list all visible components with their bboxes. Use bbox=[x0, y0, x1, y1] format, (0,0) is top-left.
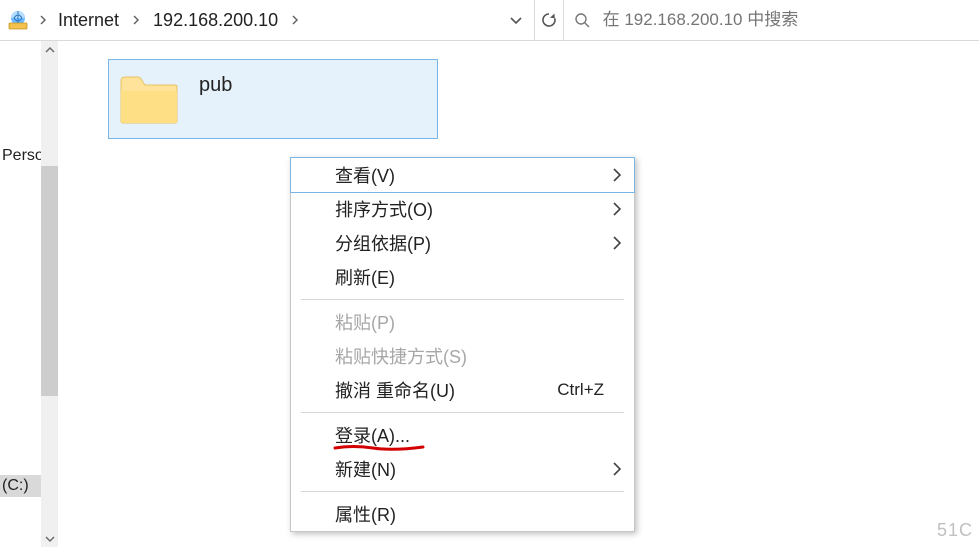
nav-scrollbar[interactable] bbox=[41, 41, 58, 547]
menu-item-paste-shortcut: 粘贴快捷方式(S) bbox=[291, 339, 634, 373]
scroll-down-button[interactable] bbox=[41, 530, 58, 547]
chevron-right-icon[interactable] bbox=[36, 15, 50, 25]
menu-label: 登录(A)... bbox=[335, 422, 604, 448]
menu-item-paste: 粘贴(P) bbox=[291, 305, 634, 339]
address-dropdown-icon[interactable] bbox=[506, 10, 526, 30]
menu-label: 属性(R) bbox=[335, 501, 604, 527]
context-menu: 查看(V) 排序方式(O) 分组依据(P) 刷新(E) 粘贴(P) 粘贴快捷方式… bbox=[290, 157, 635, 532]
menu-label: 粘贴快捷方式(S) bbox=[335, 343, 604, 369]
menu-label: 新建(N) bbox=[335, 456, 604, 482]
menu-label: 查看(V) bbox=[335, 162, 604, 188]
nav-tree[interactable]: Person (C:) bbox=[0, 41, 41, 547]
search-box[interactable] bbox=[564, 0, 979, 40]
menu-separator bbox=[301, 412, 624, 413]
content-pane[interactable]: pub 查看(V) 排序方式(O) 分组依据(P) 刷新(E) 粘贴(P) bbox=[58, 41, 979, 547]
address-toolbar: Internet 192.168.200.10 bbox=[0, 0, 979, 41]
breadcrumb-item-host[interactable]: 192.168.200.10 bbox=[145, 6, 286, 35]
menu-shortcut: Ctrl+Z bbox=[557, 380, 604, 400]
menu-item-properties[interactable]: 属性(R) bbox=[291, 497, 634, 531]
search-input[interactable] bbox=[601, 9, 969, 31]
refresh-button[interactable] bbox=[535, 0, 564, 40]
folder-label: pub bbox=[199, 74, 232, 97]
watermark: 51C bbox=[937, 520, 973, 541]
menu-label: 粘贴(P) bbox=[335, 309, 604, 335]
menu-label: 排序方式(O) bbox=[335, 196, 604, 222]
menu-label: 撤消 重命名(U) bbox=[335, 377, 557, 403]
menu-item-undo-rename[interactable]: 撤消 重命名(U) Ctrl+Z bbox=[291, 373, 634, 407]
nav-item-personal[interactable]: Person bbox=[0, 147, 41, 165]
menu-item-new[interactable]: 新建(N) bbox=[291, 452, 634, 486]
menu-item-group[interactable]: 分组依据(P) bbox=[291, 226, 634, 260]
nav-item-drive-c[interactable]: (C:) bbox=[0, 475, 41, 497]
menu-separator bbox=[301, 491, 624, 492]
folder-item-pub[interactable]: pub bbox=[108, 59, 438, 139]
menu-label: 刷新(E) bbox=[335, 264, 604, 290]
network-location-icon bbox=[6, 8, 30, 32]
chevron-right-icon[interactable] bbox=[129, 15, 143, 25]
folder-icon bbox=[117, 71, 181, 127]
menu-separator bbox=[301, 299, 624, 300]
submenu-arrow-icon bbox=[612, 236, 622, 250]
scroll-up-button[interactable] bbox=[41, 41, 58, 58]
menu-label: 分组依据(P) bbox=[335, 230, 604, 256]
submenu-arrow-icon bbox=[612, 202, 622, 216]
address-bar[interactable]: Internet 192.168.200.10 bbox=[0, 0, 535, 40]
menu-item-login[interactable]: 登录(A)... bbox=[291, 418, 634, 452]
scrollbar-thumb[interactable] bbox=[41, 166, 58, 396]
menu-item-sort[interactable]: 排序方式(O) bbox=[291, 192, 634, 226]
breadcrumb-item-internet[interactable]: Internet bbox=[50, 6, 127, 35]
menu-item-refresh[interactable]: 刷新(E) bbox=[291, 260, 634, 294]
search-icon bbox=[574, 11, 591, 29]
navigation-pane: Person (C:) bbox=[0, 41, 58, 547]
breadcrumb: Internet 192.168.200.10 bbox=[50, 6, 302, 35]
chevron-right-icon[interactable] bbox=[288, 15, 302, 25]
menu-item-view[interactable]: 查看(V) bbox=[290, 157, 635, 193]
submenu-arrow-icon bbox=[612, 462, 622, 476]
submenu-arrow-icon bbox=[612, 168, 622, 182]
